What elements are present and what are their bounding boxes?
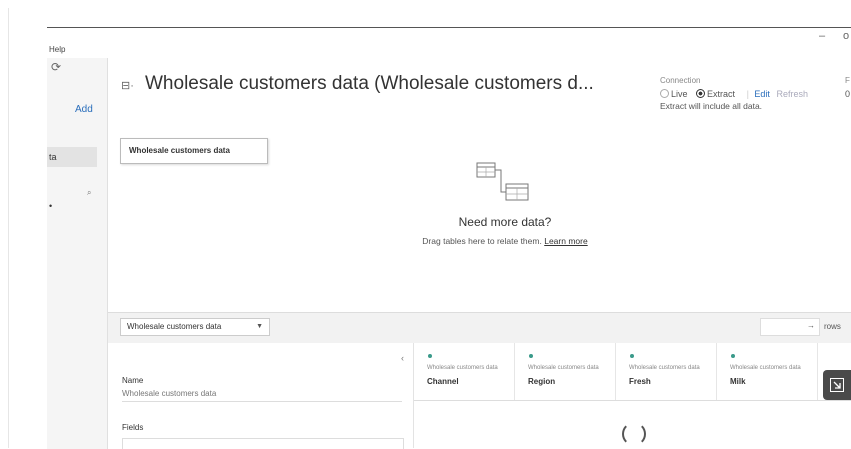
- learn-more-link[interactable]: Learn more: [544, 236, 587, 246]
- minimize-button[interactable]: –: [819, 30, 825, 42]
- refresh-icon[interactable]: ⟳: [51, 60, 61, 74]
- drag-hint-text: Drag tables here to relate them.: [422, 236, 542, 246]
- extract-note: Extract will include all data.: [660, 101, 763, 111]
- arrow-right-icon[interactable]: →: [807, 321, 815, 330]
- datasource-title[interactable]: Wholesale customers data (Wholesale cust…: [145, 73, 594, 95]
- connection-label: Connection: [660, 76, 701, 85]
- fields-table: [122, 438, 404, 449]
- extract-option[interactable]: Extract: [696, 89, 735, 99]
- sidebar-item-data[interactable]: ta: [47, 147, 97, 167]
- menu-help[interactable]: Help: [49, 45, 65, 54]
- column-source: Wholesale customers data: [730, 365, 801, 371]
- column-source: Wholesale customers data: [629, 365, 700, 371]
- related-tables-icon: [476, 162, 529, 201]
- loading-spinner-icon: [622, 422, 646, 446]
- name-label: Name: [122, 376, 144, 385]
- need-more-data-heading: Need more data?: [458, 215, 552, 229]
- extract-radio-icon[interactable]: [696, 89, 706, 98]
- live-option[interactable]: Live: [660, 89, 688, 99]
- rows-input[interactable]: →: [760, 318, 820, 336]
- drag-tables-hint: Drag tables here to relate them. Learn m…: [380, 236, 630, 246]
- menu-bar: Help – o: [47, 28, 851, 54]
- live-radio-icon[interactable]: [660, 89, 669, 98]
- connections-sidebar: ⟳ Add ta ⌕ •: [47, 58, 108, 449]
- name-field[interactable]: Wholesale customers data: [122, 389, 402, 402]
- column-name[interactable]: Channel: [427, 377, 459, 386]
- filters-count[interactable]: 0: [845, 89, 850, 99]
- search-icon[interactable]: ⌕: [87, 188, 91, 198]
- column-type-icon: [731, 354, 735, 358]
- extract-label: Extract: [707, 89, 736, 99]
- expand-arrow-icon: [830, 378, 844, 392]
- fields-label: Fields: [122, 423, 144, 432]
- table-select[interactable]: Wholesale customers data ▼: [120, 318, 270, 336]
- table-select-value: Wholesale customers data: [127, 322, 222, 331]
- refresh-extract-link[interactable]: Refresh: [776, 89, 808, 99]
- column-type-icon: [428, 354, 432, 358]
- sidebar-bullet: •: [49, 201, 53, 211]
- filters-label: F: [845, 76, 850, 85]
- rows-label: rows: [824, 322, 841, 331]
- chevron-down-icon[interactable]: ▼: [256, 319, 263, 335]
- column-name[interactable]: Fresh: [629, 377, 651, 386]
- column-source: Wholesale customers data: [427, 365, 498, 371]
- desktop-background: [0, 0, 851, 27]
- collapse-panel-icon[interactable]: ‹: [401, 353, 404, 363]
- separator: |: [746, 89, 749, 99]
- column-source: Wholesale customers data: [528, 365, 599, 371]
- live-label: Live: [671, 89, 688, 99]
- connection-options: Live Extract | Edit Refresh: [660, 89, 808, 99]
- column-type-icon: [529, 354, 533, 358]
- column-type-icon: [630, 354, 634, 358]
- column-name[interactable]: Milk: [730, 377, 746, 386]
- data-grid-header: Wholesale customers data Channel Wholesa…: [414, 343, 851, 401]
- restore-button[interactable]: o: [843, 30, 849, 42]
- column-header[interactable]: Wholesale customers data Region: [515, 343, 616, 400]
- column-header[interactable]: Wholesale customers data Fresh: [616, 343, 717, 400]
- add-connection-link[interactable]: Add: [75, 104, 93, 115]
- column-name[interactable]: Region: [528, 377, 555, 386]
- canvas-table-card[interactable]: Wholesale customers data: [120, 138, 268, 164]
- datasource-icon: ⊟·: [121, 80, 134, 92]
- column-header[interactable]: Wholesale customers data Milk: [717, 343, 818, 400]
- frame-edge: [8, 8, 9, 448]
- column-header[interactable]: Wholesale customers data Channel: [414, 343, 515, 400]
- edit-extract-link[interactable]: Edit: [754, 89, 770, 99]
- expand-icon[interactable]: [823, 370, 851, 400]
